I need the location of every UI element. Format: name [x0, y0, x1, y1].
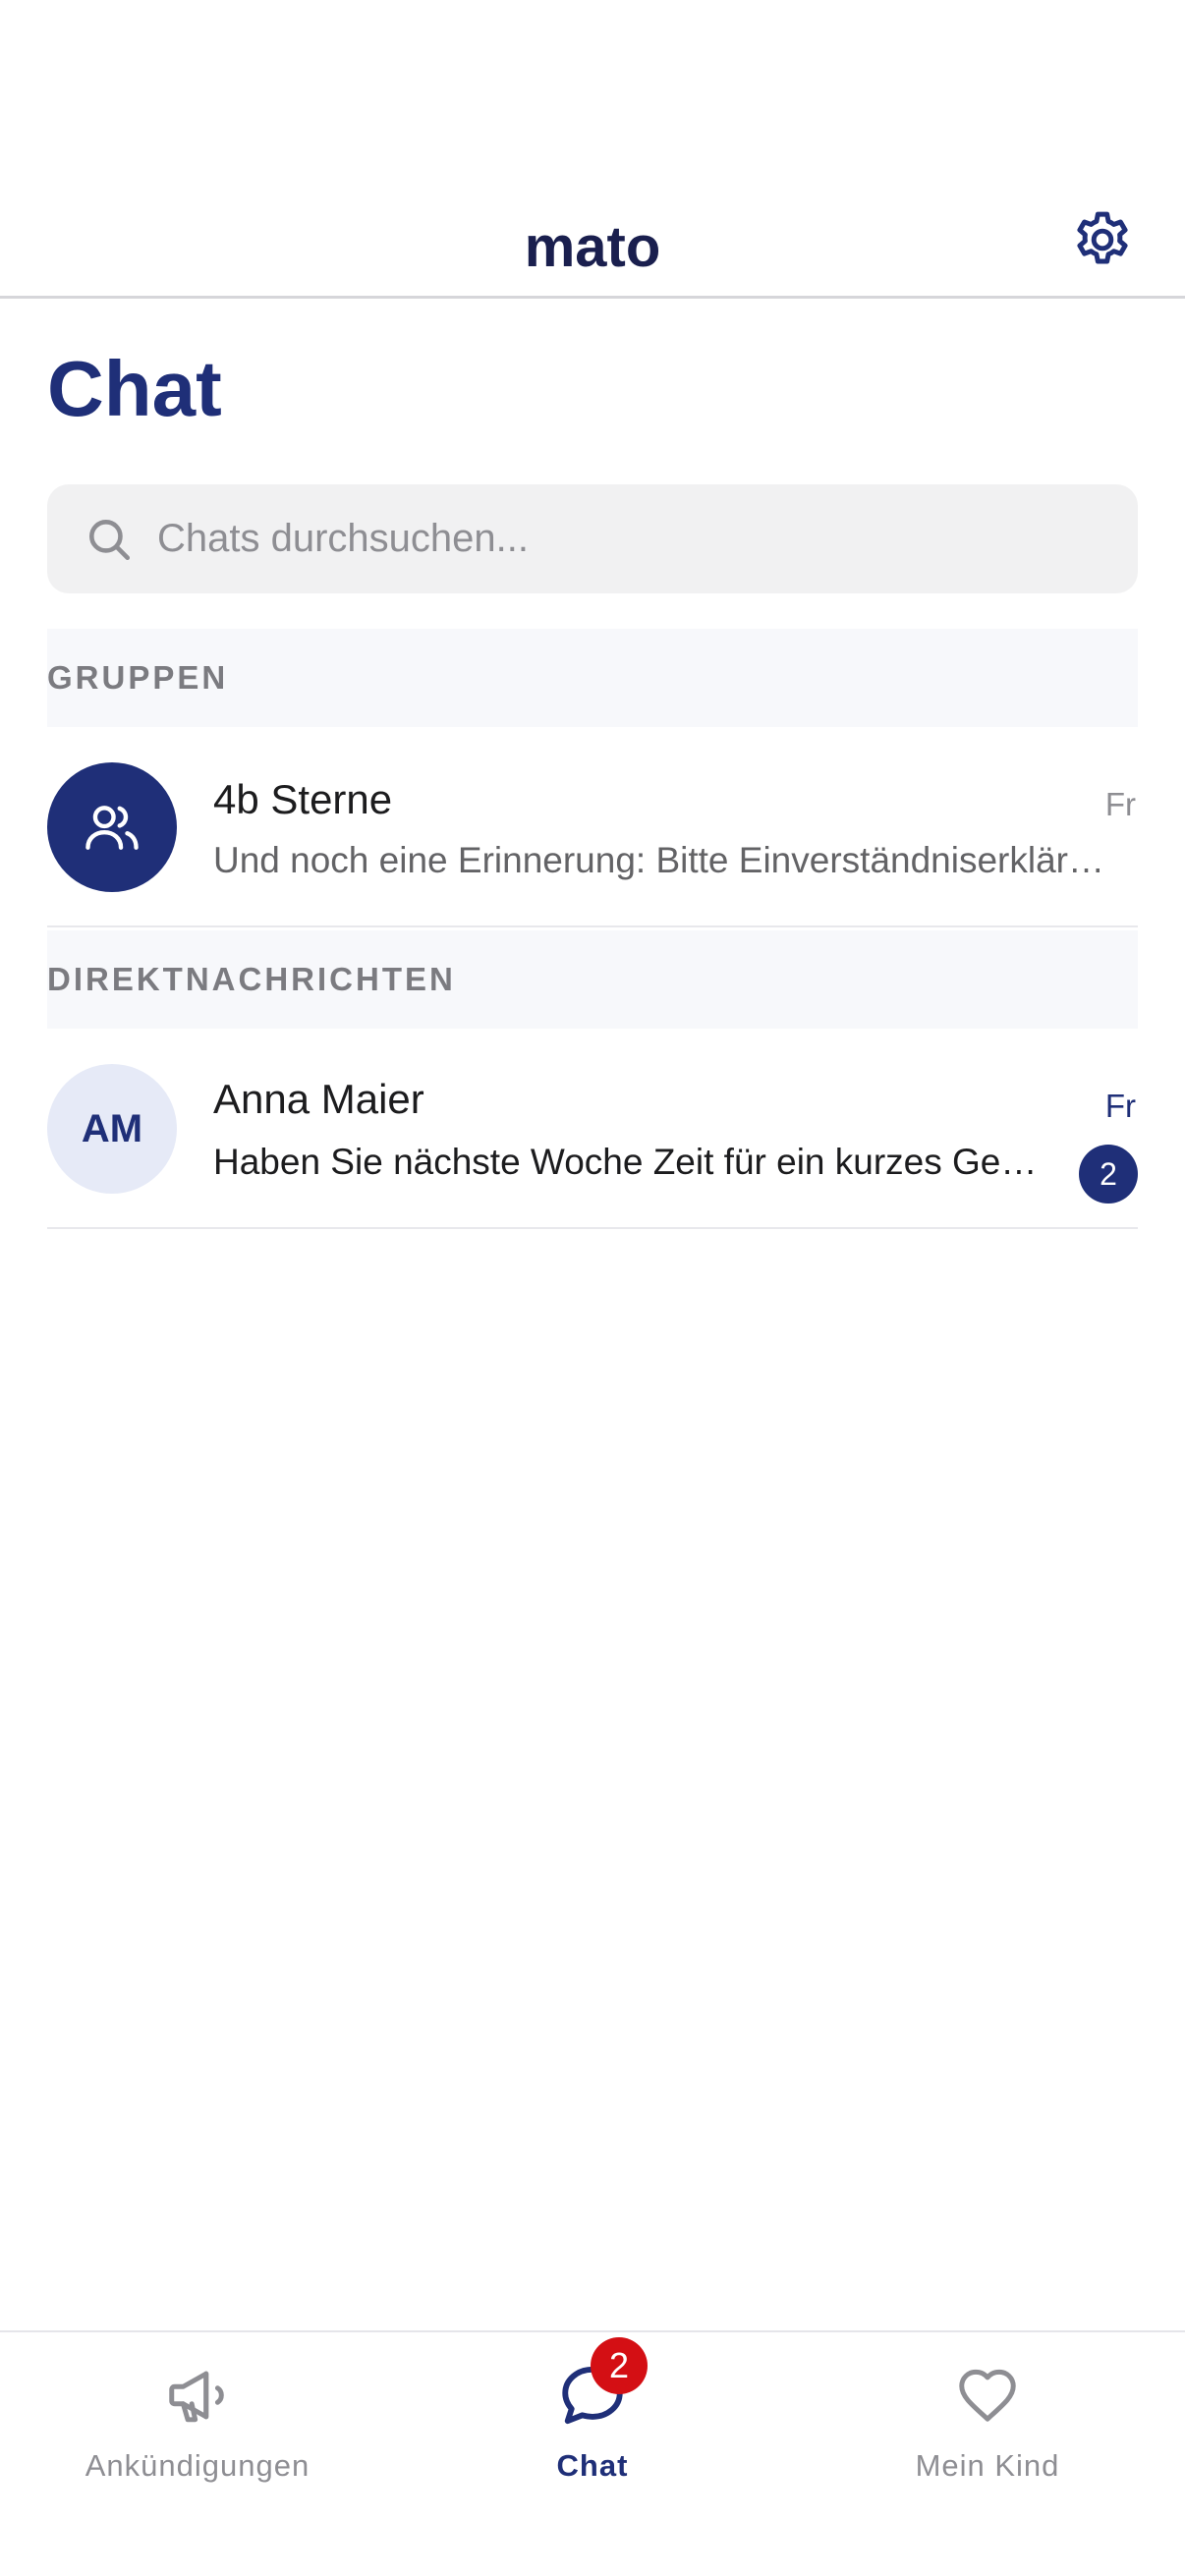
section-title: DIREKTNACHRICHTEN	[47, 961, 456, 997]
search-input[interactable]	[157, 517, 1042, 561]
settings-button[interactable]	[1065, 202, 1140, 277]
chat-name: 4b Sterne	[213, 776, 393, 822]
tab-announcements[interactable]: Ankündigungen	[0, 2332, 395, 2576]
gear-icon	[1077, 211, 1128, 264]
section-header-groups: GRUPPEN	[47, 629, 1138, 727]
tab-label: Mein Kind	[915, 2448, 1060, 2483]
chat-row-group[interactable]: 4b Sterne Und noch eine Erinnerung: Bitt…	[47, 727, 1138, 927]
chat-row-direct[interactable]: AM Anna Maier Haben Sie nächste Woche Ze…	[47, 1029, 1138, 1229]
chat-screen: mato Chat GRUPPEN	[0, 0, 1185, 2576]
group-avatar	[47, 762, 177, 892]
chat-preview: Und noch eine Erinnerung: Bitte Einverst…	[213, 840, 1107, 880]
search-bar[interactable]	[47, 484, 1138, 593]
chat-time: Fr	[1104, 786, 1136, 822]
avatar-initials: AM	[81, 1106, 143, 1150]
section-header-direct: DIREKTNACHRICHTEN	[47, 930, 1138, 1029]
heart-icon	[959, 2369, 1016, 2422]
tab-my-child[interactable]: Mein Kind	[790, 2332, 1185, 2576]
app-header: mato	[0, 0, 1185, 299]
chat-time: Fr	[1104, 1088, 1136, 1124]
section-title: GRUPPEN	[47, 659, 229, 696]
group-icon	[85, 806, 139, 850]
megaphone-icon	[169, 2371, 224, 2423]
search-icon	[85, 515, 134, 564]
unread-count-badge: 2	[1079, 1145, 1138, 1204]
tab-label: Chat	[556, 2448, 629, 2483]
avatar: AM	[47, 1064, 177, 1194]
page-title: Chat	[47, 345, 222, 432]
app-logo: mato	[524, 215, 661, 279]
chat-tab-badge: 2	[591, 2337, 648, 2394]
tab-label: Ankündigungen	[85, 2448, 310, 2483]
chat-name: Anna Maier	[213, 1076, 424, 1122]
chat-preview: Haben Sie nächste Woche Zeit für ein kur…	[213, 1142, 1048, 1182]
